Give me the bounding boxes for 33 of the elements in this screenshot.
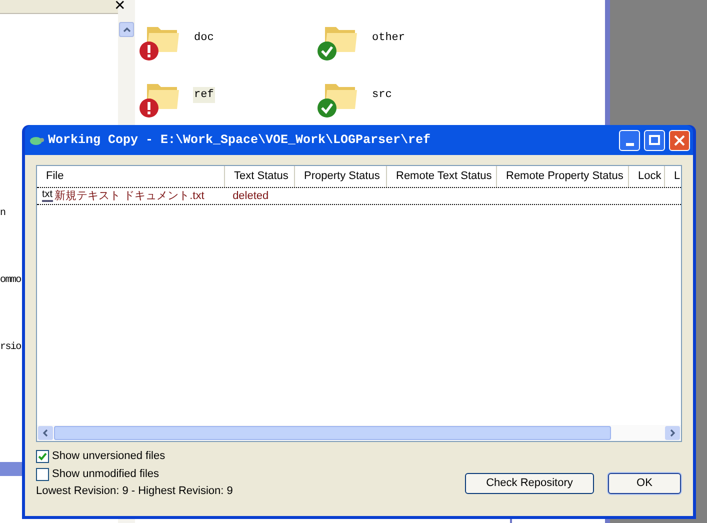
maximize-button[interactable] xyxy=(644,130,665,150)
caret-right-icon xyxy=(670,429,675,437)
folder-name[interactable]: ref xyxy=(193,86,215,104)
scroll-right-button[interactable] xyxy=(665,426,680,440)
checkbox-label[interactable]: Show unversioned files xyxy=(52,448,166,464)
revision-text: Lowest Revision: 9 - Highest Revision: 9 xyxy=(36,484,234,499)
error-badge-icon xyxy=(139,41,159,61)
close-icon xyxy=(674,134,685,146)
folder-name[interactable]: other xyxy=(371,30,406,46)
table-cell[interactable]: 新規テキスト ドキュメント.txt xyxy=(54,188,230,204)
checkmark-badge-icon xyxy=(317,98,337,118)
error-badge-icon xyxy=(139,98,159,118)
table-cell[interactable]: deleted xyxy=(230,188,272,204)
folder-name[interactable]: doc xyxy=(193,30,215,46)
minimize-icon xyxy=(626,142,634,146)
close-button[interactable] xyxy=(669,130,690,150)
caret-up-icon xyxy=(122,27,130,32)
folder-name[interactable]: src xyxy=(371,86,393,104)
scrollbar-thumb[interactable] xyxy=(54,426,611,440)
checkbox[interactable] xyxy=(36,468,49,480)
close-button[interactable]: ✕ xyxy=(114,0,126,12)
window-title: Working Copy - E:\Work_Space\VOE_Work\LOGParser\ref xyxy=(48,132,432,149)
dialog-button[interactable]: OK xyxy=(608,472,681,494)
scroll-up-button[interactable] xyxy=(119,22,134,37)
caret-left-icon xyxy=(43,429,48,437)
checkmark-badge-icon xyxy=(317,41,337,61)
maximize-icon xyxy=(649,135,660,145)
minimize-button[interactable] xyxy=(619,130,640,150)
checkbox[interactable] xyxy=(36,450,49,462)
checkbox-label[interactable]: Show unmodified files xyxy=(52,466,160,482)
dialog-button[interactable]: Check Repository xyxy=(465,472,594,494)
scroll-left-button[interactable] xyxy=(38,426,53,440)
turtle-icon xyxy=(28,134,44,146)
